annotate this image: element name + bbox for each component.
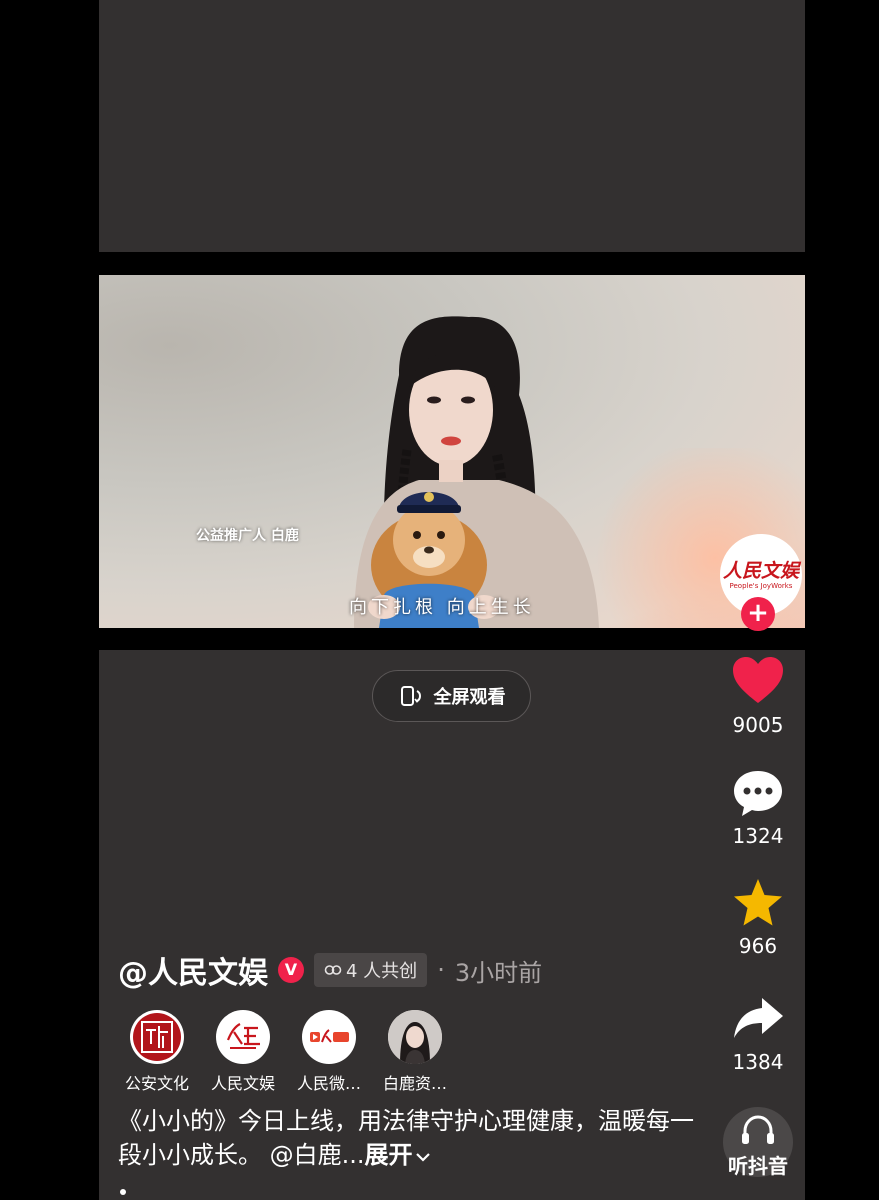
cocreator-item[interactable]: 公安文化 xyxy=(118,1010,196,1094)
like-button[interactable]: 9005 xyxy=(716,655,800,737)
comment-count: 1324 xyxy=(732,824,784,848)
expand-label: 展开 xyxy=(364,1141,413,1169)
like-count: 9005 xyxy=(732,713,784,737)
cocreator-item[interactable]: 人民微… xyxy=(290,1010,368,1094)
avatar-logo-subtext: People's JoyWorks xyxy=(729,581,793,590)
star-icon xyxy=(734,879,782,926)
separator-dot: · xyxy=(437,956,445,984)
author-name[interactable]: @人民文娱 xyxy=(118,948,268,992)
verified-badge-icon: V xyxy=(278,957,304,983)
progress-indicator[interactable] xyxy=(120,1189,126,1195)
cocreator-item[interactable]: 白鹿资… xyxy=(376,1010,454,1094)
joyworks-logo-icon xyxy=(219,1013,267,1061)
listen-label: 听抖音 xyxy=(728,1154,788,1178)
people-video-logo-icon xyxy=(305,1013,353,1061)
cocreate-label: 4 人共创 xyxy=(346,961,418,982)
cocreator-name: 白鹿资… xyxy=(382,1074,447,1093)
cocreator-avatar xyxy=(302,1010,356,1064)
share-arrow-icon xyxy=(734,998,783,1038)
video-player[interactable]: 公益推广人 白鹿 向下扎根 向上生长 xyxy=(99,275,805,628)
heart-icon xyxy=(733,657,783,703)
fullscreen-button[interactable]: 全屏观看 xyxy=(372,670,531,722)
author-line: @人民文娱 V 4 人共创 · 3小时前 xyxy=(118,948,542,992)
comment-bubble-icon xyxy=(734,771,782,816)
cocreator-item[interactable]: 人民文娱 xyxy=(204,1010,282,1094)
previous-video-panel xyxy=(99,0,805,252)
cocreator-avatar xyxy=(388,1010,442,1064)
video-frame-person xyxy=(354,316,599,628)
seal-logo-icon xyxy=(133,1013,181,1061)
cocreator-avatar xyxy=(216,1010,270,1064)
cocreate-badge[interactable]: 4 人共创 xyxy=(314,953,428,987)
video-description: 《小小的》今日上线，用法律守护心理健康，温暖每一段小小成长。 @白鹿...展开 xyxy=(118,1104,708,1172)
comment-button[interactable]: 1324 xyxy=(716,768,800,848)
favorite-count: 966 xyxy=(738,934,778,958)
rotate-phone-icon xyxy=(400,686,421,706)
cocreator-name: 公安文化 xyxy=(124,1074,189,1093)
person-photo-icon xyxy=(388,1010,442,1064)
cocreator-name: 人民文娱 xyxy=(210,1074,275,1093)
cocreator-avatar xyxy=(130,1010,184,1064)
avatar-logo-text: 人民文娱 xyxy=(722,559,799,582)
cocreator-name: 人民微… xyxy=(296,1074,361,1093)
favorite-button[interactable]: 966 xyxy=(716,877,800,958)
expand-button[interactable]: 展开 xyxy=(365,1141,431,1169)
share-count: 1384 xyxy=(732,1050,784,1074)
cocreator-list: 公安文化 人民文娱 人民微… 白鹿资… xyxy=(118,1010,454,1094)
post-time: 3小时前 xyxy=(454,958,543,987)
video-subtitle: 向下扎根 向上生长 xyxy=(349,597,535,618)
follow-plus-button[interactable]: + xyxy=(741,597,775,631)
share-button[interactable]: 1384 xyxy=(716,994,800,1074)
fullscreen-label: 全屏观看 xyxy=(433,687,506,708)
link-chain-icon xyxy=(324,965,342,975)
chevron-down-icon xyxy=(415,1153,430,1162)
promoter-caption: 公益推广人 白鹿 xyxy=(196,528,299,544)
